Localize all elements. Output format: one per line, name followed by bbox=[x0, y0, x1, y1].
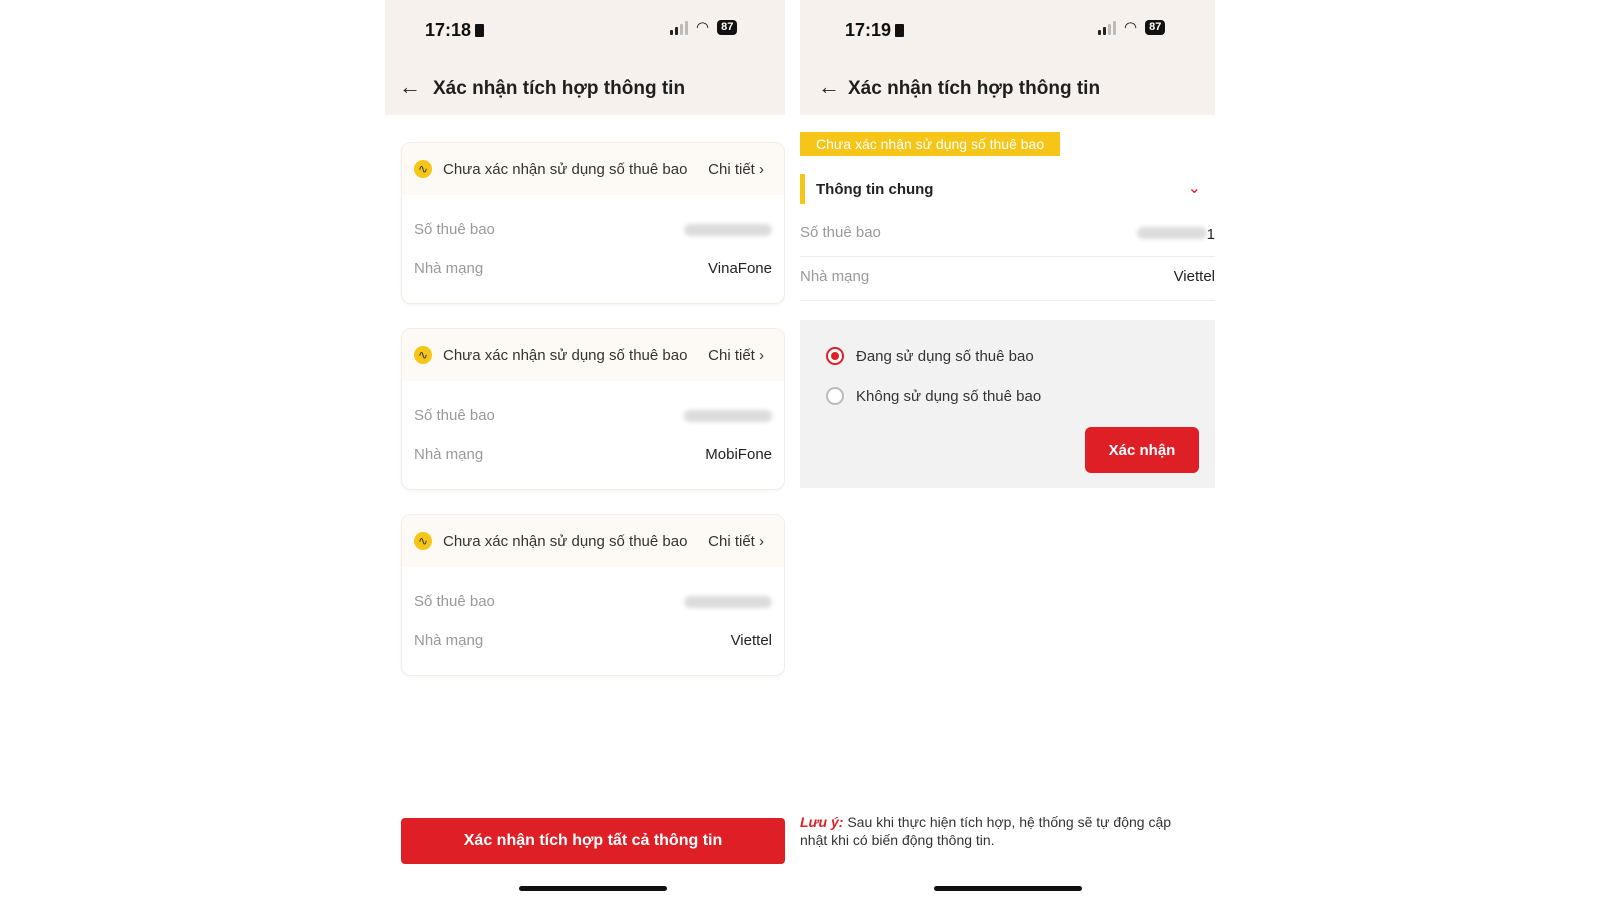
confirm-all-button[interactable]: Xác nhận tích hợp tất cả thông tin bbox=[401, 818, 785, 864]
chevron-right-icon: › bbox=[759, 161, 764, 178]
page-title: Xác nhận tích hợp thông tin bbox=[433, 78, 686, 99]
usage-choice-panel: Đang sử dụng số thuê bao Không sử dụng s… bbox=[800, 320, 1215, 488]
subscriber-row: Số thuê bao bbox=[414, 221, 772, 238]
status-icons: ◠ 87 bbox=[670, 18, 738, 36]
card-header: ∿ Chưa xác nhận sử dụng số thuê bao Chi … bbox=[402, 515, 784, 567]
signal-icon bbox=[1098, 20, 1116, 35]
back-arrow-icon[interactable]: ← bbox=[399, 74, 421, 100]
wifi-icon: ◠ bbox=[696, 18, 710, 36]
carrier-row: Nhà mạng Viettel bbox=[414, 632, 772, 649]
status-bar: 17:19 ◠ 87 bbox=[800, 0, 1215, 60]
subscriber-label: Số thuê bao bbox=[414, 407, 495, 424]
note-body: Sau khi thực hiện tích hợp, hệ thống sẽ … bbox=[800, 814, 1172, 848]
subscriber-card: ∿ Chưa xác nhận sử dụng số thuê bao Chi … bbox=[401, 142, 785, 304]
carrier-label: Nhà mạng bbox=[414, 260, 484, 277]
back-arrow-icon[interactable]: ← bbox=[818, 74, 840, 100]
battery-icon: 87 bbox=[1145, 20, 1166, 35]
lock-icon bbox=[475, 24, 485, 37]
status-time: 17:18 bbox=[425, 20, 485, 41]
status-badge: Chưa xác nhận sử dụng số thuê bao bbox=[800, 132, 1061, 156]
section-header[interactable]: Thông tin chung ⌄ bbox=[800, 174, 1215, 204]
subscriber-row: Số thuê bao 1 bbox=[800, 212, 1215, 257]
carrier-label: Nhà mạng bbox=[800, 268, 870, 285]
detail-link[interactable]: Chi tiết › bbox=[708, 161, 764, 178]
section-accent-bar bbox=[800, 174, 805, 204]
subscriber-number-redacted: 1 bbox=[1136, 224, 1215, 243]
note-text: Lưu ý: Sau khi thực hiện tích hợp, hệ th… bbox=[800, 813, 1190, 849]
subscriber-row: Số thuê bao bbox=[414, 407, 772, 424]
card-status: Chưa xác nhận sử dụng số thuê bao bbox=[443, 533, 688, 550]
radio-unselected[interactable] bbox=[826, 387, 844, 405]
subscriber-label: Số thuê bao bbox=[414, 593, 495, 610]
chevron-right-icon: › bbox=[759, 347, 764, 364]
carrier-value: Viettel bbox=[1173, 268, 1215, 285]
carrier-row: Nhà mạng MobiFone bbox=[414, 446, 772, 463]
carrier-label: Nhà mạng bbox=[414, 632, 484, 649]
lock-icon bbox=[895, 24, 905, 37]
left-screen: 17:18 ◠ 87 ← Xác nhận tích hợp thông tin… bbox=[385, 0, 785, 900]
card-header: ∿ Chưa xác nhận sử dụng số thuê bao Chi … bbox=[402, 329, 784, 381]
home-indicator bbox=[934, 886, 1082, 891]
nav-bar: ← Xác nhận tích hợp thông tin bbox=[385, 60, 785, 115]
status-time: 17:19 bbox=[845, 20, 905, 41]
subscriber-card: ∿ Chưa xác nhận sử dụng số thuê bao Chi … bbox=[401, 328, 785, 490]
subscriber-number-redacted bbox=[684, 407, 772, 426]
section-title: Thông tin chung bbox=[816, 181, 934, 198]
chevron-down-icon[interactable]: ⌄ bbox=[1188, 178, 1201, 198]
card-status: Chưa xác nhận sử dụng số thuê bao bbox=[443, 347, 688, 364]
subscriber-card: ∿ Chưa xác nhận sử dụng số thuê bao Chi … bbox=[401, 514, 785, 676]
signal-icon bbox=[670, 20, 688, 35]
carrier-value: Viettel bbox=[730, 632, 772, 649]
warning-icon: ∿ bbox=[414, 346, 432, 364]
option-label: Đang sử dụng số thuê bao bbox=[856, 347, 1034, 365]
carrier-value: MobiFone bbox=[705, 446, 772, 463]
note-prefix: Lưu ý: bbox=[800, 814, 844, 830]
option-not-using[interactable]: Không sử dụng số thuê bao bbox=[826, 387, 1041, 405]
status-icons: ◠ 87 bbox=[1098, 18, 1166, 36]
nav-bar: ← Xác nhận tích hợp thông tin bbox=[800, 60, 1215, 115]
subscriber-row: Số thuê bao bbox=[414, 593, 772, 610]
subscriber-label: Số thuê bao bbox=[800, 224, 881, 241]
detail-link[interactable]: Chi tiết › bbox=[708, 347, 764, 364]
warning-icon: ∿ bbox=[414, 160, 432, 178]
battery-icon: 87 bbox=[717, 20, 738, 35]
option-using[interactable]: Đang sử dụng số thuê bao bbox=[826, 347, 1034, 365]
card-header: ∿ Chưa xác nhận sử dụng số thuê bao Chi … bbox=[402, 143, 784, 195]
home-indicator bbox=[519, 886, 667, 891]
option-label: Không sử dụng số thuê bao bbox=[856, 387, 1042, 405]
confirm-button[interactable]: Xác nhận bbox=[1085, 427, 1199, 473]
carrier-label: Nhà mạng bbox=[414, 446, 484, 463]
subscriber-number-redacted bbox=[684, 221, 772, 240]
warning-icon: ∿ bbox=[414, 532, 432, 550]
carrier-row: Nhà mạng Viettel bbox=[800, 256, 1215, 301]
detail-link[interactable]: Chi tiết › bbox=[708, 533, 764, 550]
chevron-right-icon: › bbox=[759, 533, 764, 550]
carrier-value: VinaFone bbox=[708, 260, 772, 277]
status-bar: 17:18 ◠ 87 bbox=[385, 0, 785, 60]
subscriber-label: Số thuê bao bbox=[414, 221, 495, 238]
right-screen: 17:19 ◠ 87 ← Xác nhận tích hợp thông tin… bbox=[800, 0, 1215, 900]
wifi-icon: ◠ bbox=[1124, 18, 1138, 36]
subscriber-number-redacted bbox=[684, 593, 772, 612]
page-title: Xác nhận tích hợp thông tin bbox=[848, 78, 1101, 99]
carrier-row: Nhà mạng VinaFone bbox=[414, 260, 772, 277]
radio-selected[interactable] bbox=[826, 347, 844, 365]
card-status: Chưa xác nhận sử dụng số thuê bao bbox=[443, 161, 688, 178]
